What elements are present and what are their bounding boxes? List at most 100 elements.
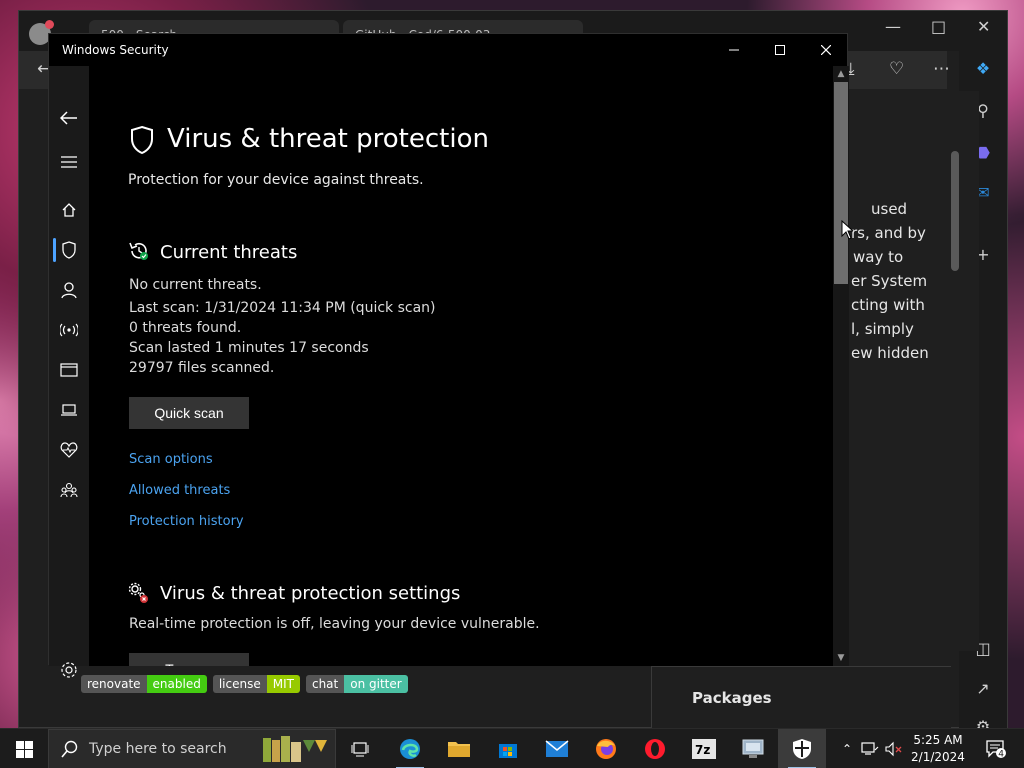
opera-icon <box>645 739 665 759</box>
search-icon <box>61 740 78 758</box>
account-icon[interactable] <box>57 278 81 302</box>
scan-history-icon <box>129 242 148 260</box>
page-text-line: used <box>871 200 908 218</box>
browser-close-icon[interactable]: ✕ <box>977 17 990 36</box>
copilot-icon[interactable]: ❖ <box>971 57 995 81</box>
badge-key: chat <box>305 675 345 693</box>
page-title: Virus & threat protection <box>167 124 489 154</box>
nav-selection-indicator <box>53 238 56 262</box>
scrollbar-thumb[interactable] <box>834 82 848 284</box>
windows-security-window[interactable]: Windows Security Virus & threat protecti… <box>48 33 849 678</box>
realtime-protection-warning: Real-time protection is off, leaving you… <box>129 616 540 632</box>
quick-scan-button[interactable]: Quick scan <box>129 397 249 429</box>
title-bar[interactable]: Windows Security <box>49 34 847 66</box>
settings-icon[interactable] <box>57 658 81 682</box>
page-text-line: er System <box>851 272 928 290</box>
health-icon[interactable]: ♡ <box>889 59 904 79</box>
search-placeholder: Type here to search <box>89 741 227 757</box>
shield-icon <box>131 125 153 155</box>
search-highlight-art-icon <box>263 736 327 762</box>
remote-desktop-button[interactable] <box>729 729 777 768</box>
opera-button[interactable] <box>631 729 679 768</box>
home-icon[interactable] <box>57 198 81 222</box>
maximize-button[interactable] <box>757 34 803 66</box>
remote-desktop-icon <box>742 739 764 758</box>
file-explorer-button[interactable] <box>435 729 483 768</box>
threat-status-text: No current threats. <box>129 277 262 293</box>
shield-icon <box>793 739 811 759</box>
network-icon[interactable] <box>860 741 880 757</box>
7zip-button[interactable]: 7z <box>680 729 728 768</box>
shield-icon[interactable] <box>57 238 81 262</box>
settings-warning-icon <box>128 582 148 603</box>
navigation-rail <box>49 66 89 678</box>
packages-heading: Packages <box>651 666 951 729</box>
page-subtitle: Protection for your device against threa… <box>128 172 424 188</box>
7zip-icon: 7z <box>692 739 716 759</box>
main-scrollbar[interactable]: ▲ ▼ <box>833 66 849 666</box>
scan-options-link[interactable]: Scan options <box>129 452 213 467</box>
clock-time: 5:25 AM <box>913 733 963 747</box>
close-icon <box>821 45 831 55</box>
browser-page-text: used rs, and by way to er System cting w… <box>849 91 979 651</box>
show-hidden-icons-icon[interactable]: ⌃ <box>838 742 856 756</box>
taskbar-search-box[interactable]: Type here to search <box>48 729 336 768</box>
page-text-line: rs, and by <box>851 224 926 242</box>
store-button[interactable] <box>484 729 532 768</box>
family-icon[interactable] <box>57 478 81 502</box>
minimize-icon <box>729 49 739 51</box>
firefox-icon <box>596 739 616 759</box>
page-text-line: l, simply <box>851 320 914 338</box>
scroll-up-icon[interactable]: ▲ <box>833 66 849 82</box>
windows-security-taskbar-button[interactable] <box>778 729 826 768</box>
folder-icon <box>448 742 470 757</box>
mail-button[interactable] <box>533 729 581 768</box>
minimize-button[interactable] <box>711 34 757 66</box>
device-health-icon[interactable] <box>57 438 81 462</box>
taskbar-clock[interactable]: 5:25 AM 2/1/2024 <box>906 732 970 766</box>
svg-text:7z: 7z <box>695 743 710 757</box>
action-center-button[interactable]: 4 <box>976 729 1016 768</box>
turn-on-button[interactable]: Turn on <box>129 653 249 666</box>
start-button[interactable] <box>0 729 48 768</box>
protection-history-link[interactable]: Protection history <box>129 514 244 529</box>
task-view-button[interactable] <box>336 729 384 768</box>
task-view-icon <box>351 742 369 757</box>
scroll-down-icon[interactable]: ▼ <box>833 650 849 666</box>
app-browser-icon[interactable] <box>57 358 81 382</box>
current-threats-heading: Current threats <box>160 242 298 263</box>
notification-icon: 4 <box>986 740 1006 760</box>
page-text-line: way to <box>853 248 904 266</box>
scan-duration-text: Scan lasted 1 minutes 17 seconds <box>129 340 369 356</box>
badge-value: MIT <box>266 675 300 693</box>
firefox-button[interactable] <box>582 729 630 768</box>
threats-found-text: 0 threats found. <box>129 320 242 336</box>
volume-muted-icon[interactable] <box>884 741 904 757</box>
window-title: Windows Security <box>62 43 169 57</box>
clock-date: 2/1/2024 <box>911 750 965 764</box>
last-scan-text: Last scan: 1/31/2024 11:34 PM (quick sca… <box>129 300 436 316</box>
badge-chat[interactable]: chat on gitter <box>305 675 408 693</box>
allowed-threats-link[interactable]: Allowed threats <box>129 483 230 498</box>
firewall-icon[interactable] <box>57 318 81 342</box>
edge-taskbar-button[interactable] <box>386 729 434 768</box>
mail-icon <box>545 740 569 757</box>
browser-page-scrollbar[interactable] <box>951 151 959 271</box>
page-text-line: cting with <box>851 296 925 314</box>
device-security-icon[interactable] <box>57 398 81 422</box>
back-icon[interactable] <box>57 106 81 130</box>
more-icon[interactable]: ⋯ <box>933 59 950 79</box>
files-scanned-text: 29797 files scanned. <box>129 360 275 376</box>
browser-minimize-icon[interactable]: — <box>885 17 901 36</box>
menu-icon[interactable] <box>57 150 81 174</box>
edge-icon <box>400 739 420 759</box>
close-button[interactable] <box>803 34 849 66</box>
page-text-line: ew hidden <box>851 344 929 362</box>
maximize-icon <box>775 45 785 55</box>
notification-count: 4 <box>998 750 1004 760</box>
badge-license[interactable]: license MIT <box>212 675 300 693</box>
badge-renovate[interactable]: renovate enabled <box>81 675 207 693</box>
open-external-icon[interactable]: ↗ <box>971 677 995 701</box>
browser-maximize-icon[interactable]: □ <box>931 17 946 36</box>
mouse-cursor-icon <box>841 220 853 240</box>
